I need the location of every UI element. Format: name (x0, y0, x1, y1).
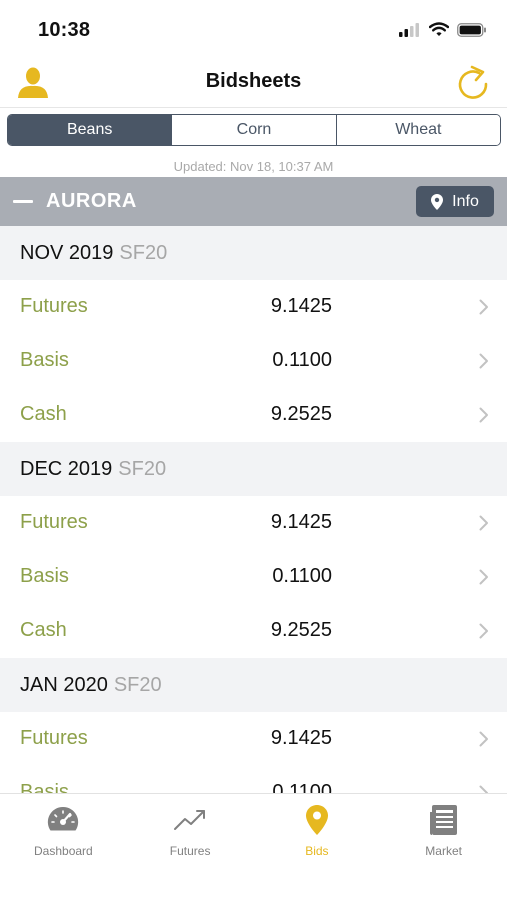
status-icons (399, 22, 487, 37)
bid-label: Cash (20, 619, 67, 641)
tab-bids[interactable]: Bids (254, 794, 381, 900)
month-header: DEC 2019 SF20 (0, 442, 507, 496)
bid-value: 9.1425 (270, 727, 332, 749)
chevron-right-icon (479, 515, 488, 531)
bid-value: 9.1425 (270, 511, 332, 533)
tab-futures[interactable]: Futures (127, 794, 254, 900)
status-bar: 10:38 (0, 0, 507, 58)
month-name: NOV 2019 (20, 241, 114, 264)
segment-corn[interactable]: Corn (171, 115, 336, 145)
tab-label: Dashboard (34, 844, 93, 858)
bid-label: Futures (20, 511, 88, 533)
info-button-label: Info (452, 192, 479, 210)
bid-value: 0.1100 (272, 565, 332, 587)
month-code: SF20 (118, 457, 167, 480)
tab-bar: Dashboard Futures Bids Market (0, 793, 507, 900)
status-time: 10:38 (38, 19, 91, 41)
chevron-right-icon (479, 785, 488, 793)
bid-value: 9.2525 (270, 403, 332, 425)
tab-label: Futures (169, 844, 211, 858)
bid-row-basis[interactable]: Basis 0.1100 (0, 550, 507, 604)
month-code: SF20 (119, 241, 168, 264)
tab-label: Bids (305, 844, 329, 858)
info-button[interactable]: Info (416, 186, 494, 217)
bid-value: 9.1425 (270, 295, 332, 317)
tab-market[interactable]: Market (380, 794, 507, 900)
chevron-right-icon (479, 731, 488, 747)
collapse-icon[interactable] (13, 200, 33, 203)
signal-icon (399, 22, 419, 37)
map-pin-icon (299, 804, 335, 836)
month-name: JAN 2020 (20, 673, 108, 696)
month-code: SF20 (113, 673, 162, 696)
location-name: AURORA (46, 190, 137, 212)
nav-bar: Bidsheets (0, 58, 507, 108)
bid-label: Basis (20, 781, 69, 793)
bid-label: Futures (20, 727, 88, 749)
tab-dashboard[interactable]: Dashboard (0, 794, 127, 900)
bid-row-basis[interactable]: Basis 0.1100 (0, 766, 507, 793)
chevron-right-icon (479, 407, 488, 423)
bid-label: Futures (20, 295, 88, 317)
bid-row-cash[interactable]: Cash 9.2525 (0, 604, 507, 658)
bid-row-futures[interactable]: Futures 9.1425 (0, 280, 507, 334)
chevron-right-icon (479, 569, 488, 585)
updated-timestamp: Updated: Nov 18, 10:37 AM (173, 159, 334, 174)
page-title: Bidsheets (205, 70, 302, 92)
chevron-right-icon (479, 623, 488, 639)
bid-row-futures[interactable]: Futures 9.1425 (0, 496, 507, 550)
location-header[interactable]: AURORA Info (0, 177, 507, 226)
bid-label: Cash (20, 403, 67, 425)
bid-row-basis[interactable]: Basis 0.1100 (0, 334, 507, 388)
bid-value: 9.2525 (270, 619, 332, 641)
bid-value: 0.1100 (272, 349, 332, 371)
bid-label: Basis (20, 349, 69, 371)
bid-list[interactable]: NOV 2019 SF20 Futures 9.1425 Basis 0.110… (0, 226, 507, 793)
month-name: DEC 2019 (20, 457, 113, 480)
refresh-icon (458, 65, 488, 99)
refresh-button[interactable] (455, 63, 491, 101)
bid-label: Basis (20, 565, 69, 587)
chevron-right-icon (479, 353, 488, 369)
segment-wheat[interactable]: Wheat (335, 115, 500, 145)
chevron-right-icon (479, 299, 488, 315)
month-header: JAN 2020 SF20 (0, 658, 507, 712)
trend-line-icon (172, 804, 208, 836)
tab-label: Market (425, 844, 462, 858)
dashboard-gauge-icon (45, 804, 81, 836)
month-header: NOV 2019 SF20 (0, 226, 507, 280)
bid-value: 0.1100 (272, 781, 332, 793)
newspaper-icon (426, 804, 462, 836)
map-pin-icon (431, 193, 444, 210)
bid-row-cash[interactable]: Cash 9.2525 (0, 388, 507, 442)
bid-row-futures[interactable]: Futures 9.1425 (0, 712, 507, 766)
segment-beans[interactable]: Beans (8, 115, 172, 145)
commodity-segmented-control: Beans Corn Wheat (7, 114, 501, 146)
wifi-icon (429, 22, 449, 36)
battery-icon (457, 22, 486, 37)
